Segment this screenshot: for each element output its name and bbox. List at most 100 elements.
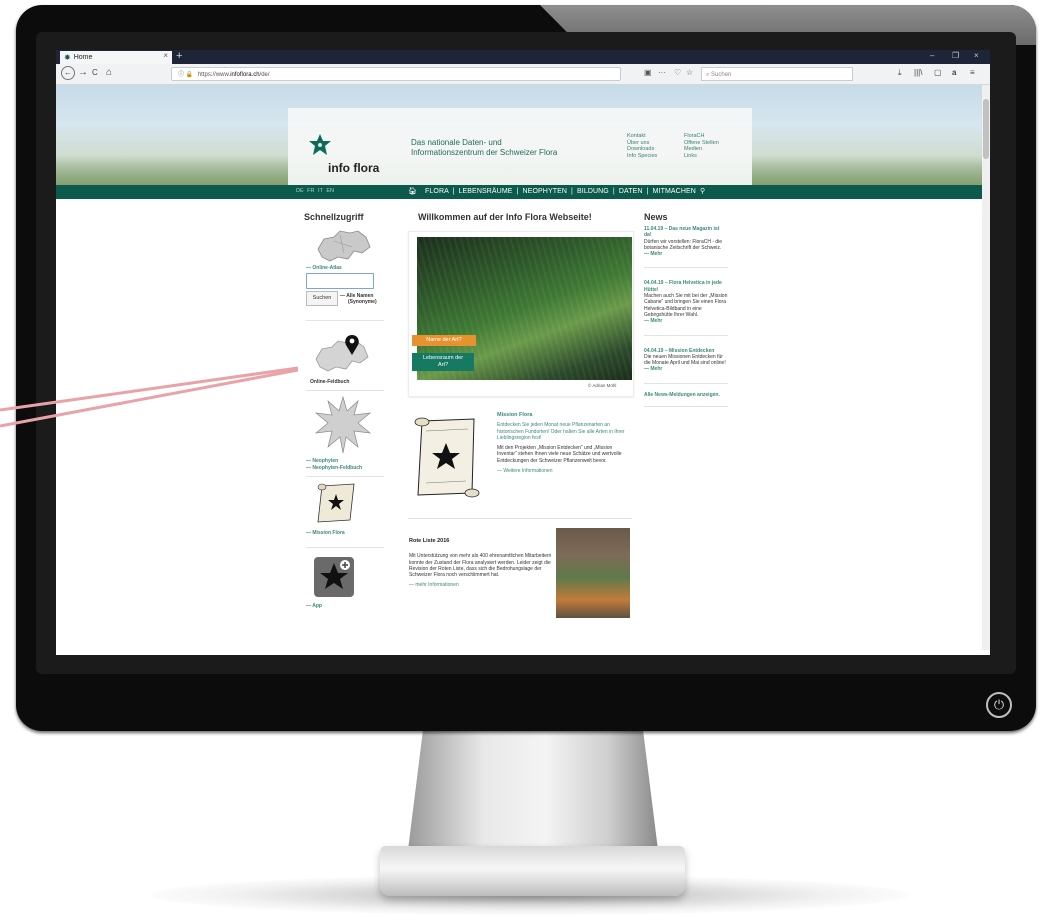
rote-liste-text: Mit Unterstützung von mehr als 400 ehren… <box>409 553 552 579</box>
menu-mitmachen[interactable]: MITMACHEN <box>653 188 696 195</box>
page-scrollbar[interactable] <box>982 85 990 650</box>
all-news-link[interactable]: Alle News-Meldungen anzeigen. <box>644 392 728 398</box>
monitor-stand-neck <box>408 730 658 850</box>
news-item-title[interactable]: 04.04.19 – Flora Helvetica in jede Hütte… <box>644 280 728 293</box>
species-search-input[interactable] <box>306 273 374 289</box>
lebensraum-line-2: Art? <box>437 362 449 368</box>
menu-search-icon[interactable]: ⚲ <box>700 188 705 195</box>
menu-lebensraeume[interactable]: LEBENSRÄUME <box>459 188 513 195</box>
close-window-button[interactable]: × <box>974 51 979 60</box>
mission-flora-more-link[interactable]: — Weitere Informationen <box>497 468 632 474</box>
rote-liste-title[interactable]: Rote Liste 2016 <box>409 538 557 544</box>
top-link-links[interactable]: Links <box>684 153 719 160</box>
news-item-more[interactable]: — Mehr <box>644 251 728 257</box>
divider <box>644 334 728 336</box>
url-path: /de/ <box>259 72 270 78</box>
switzerland-map-icon[interactable] <box>314 227 372 267</box>
page-actions-icon[interactable]: ··· <box>658 68 666 77</box>
divider <box>644 406 728 408</box>
tagline-line-1: Das nationale Daten- und <box>411 138 502 147</box>
news-item-text: Machen auch Sie mit bei der „Mission Cab… <box>644 293 728 318</box>
minimize-button[interactable]: – <box>930 51 934 60</box>
url-bar[interactable]: ⓘ 🔒 https://www.infoflora.ch/de/ <box>171 67 621 81</box>
top-links-left: Kontakt Über uns Downloads Info Species <box>627 133 657 159</box>
lang-de[interactable]: DE <box>296 188 304 194</box>
app-star-icon <box>320 560 350 589</box>
tab-home[interactable]: ✸ Home × <box>60 51 172 64</box>
bookmark-star-icon[interactable]: ☆ <box>686 68 693 77</box>
library-icon[interactable]: |||\ <box>914 68 922 77</box>
news-heading: News <box>644 212 668 222</box>
power-icon[interactable]: ⏻ <box>986 692 1012 718</box>
url-domain: infoflora.ch <box>230 72 260 78</box>
menu-bildung[interactable]: BILDUNG <box>577 188 609 195</box>
top-link-downloads[interactable]: Downloads <box>627 146 657 153</box>
scrollbar-thumb[interactable] <box>983 99 989 159</box>
tab-title: Home <box>73 54 93 61</box>
site-logo-text[interactable]: info flora <box>328 161 379 175</box>
lebensraum-button[interactable]: Lebensraum der Art? <box>412 353 474 371</box>
feldbuch-map-icon[interactable] <box>312 333 376 377</box>
new-tab-button[interactable]: + <box>176 50 182 62</box>
alle-namen-line-2: (Synonyme) <box>348 299 377 306</box>
app-icon[interactable] <box>314 557 354 597</box>
browser-window: ✸ Home × + – ❐ × ← → C ⌂ ⓘ 🔒 https://www… <box>56 50 990 655</box>
downloads-icon[interactable]: ⤓ <box>898 68 902 78</box>
site-tagline: Das nationale Daten- und Informationszen… <box>411 138 601 158</box>
news-item-more[interactable]: — Mehr <box>644 318 728 324</box>
pocket-icon[interactable]: ♡ <box>674 68 681 77</box>
divider <box>408 518 632 519</box>
mission-flora-teaser: Mission Flora Entdecken Sie jeden Monat … <box>497 412 632 474</box>
lang-en[interactable]: EN <box>326 188 334 194</box>
mission-flora-title[interactable]: Mission Flora <box>497 412 632 418</box>
menu-neophyten[interactable]: NEOPHYTEN <box>523 188 567 195</box>
home-button[interactable]: ⌂ <box>106 67 112 78</box>
rote-liste-cover-image[interactable] <box>556 528 630 618</box>
amazon-icon[interactable]: a <box>952 68 956 77</box>
lang-it[interactable]: IT <box>318 188 323 194</box>
divider <box>644 267 728 269</box>
alle-namen-link[interactable]: — Alle Namen (Synonyme) <box>340 293 377 306</box>
divider <box>306 476 384 477</box>
lebensraum-line-1: Lebensraum der <box>422 355 464 361</box>
search-placeholder: Suchen <box>711 72 732 78</box>
navigation-bar: ← → C ⌂ ⓘ 🔒 https://www.infoflora.ch/de/… <box>56 64 990 85</box>
top-link-info-species[interactable]: Info Species <box>627 153 657 160</box>
news-item: 04.04.19 – Flora Helvetica in jede Hütte… <box>644 280 728 324</box>
main-menu: 🏠︎ FLORA | LEBENSRÄUME | NEOPHYTEN | BIL… <box>408 188 706 195</box>
maximize-button[interactable]: ❐ <box>952 51 959 60</box>
sidebar-icon[interactable]: ▢ <box>934 68 942 77</box>
back-button[interactable]: ← <box>61 66 75 80</box>
home-menu-icon[interactable]: 🏠︎ <box>408 188 417 195</box>
news-item-more[interactable]: — Mehr <box>644 366 728 372</box>
info-icon[interactable]: ⓘ <box>178 72 184 78</box>
reader-view-icon[interactable]: ▣ <box>644 68 652 77</box>
favicon-icon: ✸ <box>64 53 71 62</box>
rote-liste-more-link[interactable]: — mehr Informationen <box>409 582 557 588</box>
menu-icon[interactable]: ≡ <box>970 68 975 77</box>
menu-daten[interactable]: DATEN <box>619 188 643 195</box>
news-item-title[interactable]: 11.04.19 – Das neue Magazin ist da! <box>644 226 728 239</box>
online-atlas-link[interactable]: — Online-Atlas <box>306 265 342 271</box>
forward-button[interactable]: → <box>78 67 88 78</box>
app-link[interactable]: — App <box>306 603 322 609</box>
welcome-heading: Willkommen auf der Info Flora Webseite! <box>418 212 592 222</box>
browser-search-field[interactable]: ⌕ Suchen <box>701 67 853 81</box>
menu-flora[interactable]: FLORA <box>425 188 448 195</box>
quick-access-heading: Schnellzugriff <box>304 212 364 222</box>
lock-icon: 🔒 <box>185 72 194 78</box>
neophyten-feldbuch-link[interactable]: — Neophyten-Feldbuch <box>306 465 362 471</box>
neophyten-link[interactable]: — Neophyten <box>306 458 338 464</box>
mission-flora-link[interactable]: — Mission Flora <box>306 530 345 536</box>
top-links-right: FloraCH Offene Stellen Medien Links <box>684 133 719 159</box>
mission-flora-scroll-icon[interactable] <box>412 413 486 501</box>
reload-button[interactable]: C <box>92 68 98 77</box>
name-der-art-button[interactable]: Name der Art? <box>412 335 476 346</box>
close-tab-icon[interactable]: × <box>163 51 168 60</box>
lang-fr[interactable]: FR <box>307 188 314 194</box>
info-flora-logo-icon[interactable] <box>308 133 332 157</box>
mission-scroll-icon[interactable] <box>314 480 364 525</box>
species-search-button[interactable]: Suchen <box>306 291 338 306</box>
neophyte-leaf-icon[interactable] <box>314 395 372 455</box>
tab-bar <box>56 50 990 64</box>
